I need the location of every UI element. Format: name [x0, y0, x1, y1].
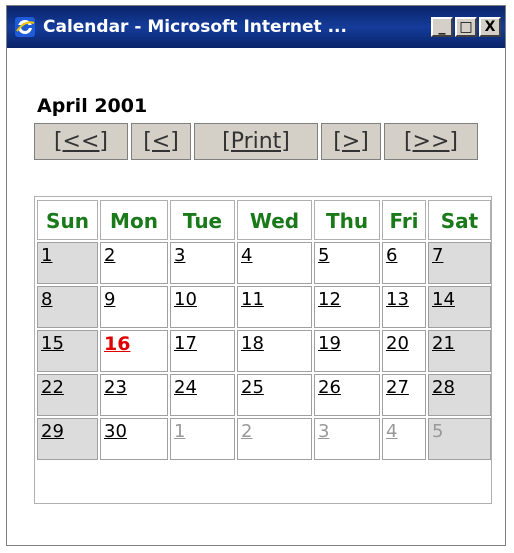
- title-bar[interactable]: Calendar - Microsoft Internet ... _ □ X: [7, 6, 505, 48]
- calendar-day[interactable]: 11: [237, 286, 312, 328]
- calendar-day[interactable]: 19: [314, 330, 380, 372]
- minimize-icon: _: [438, 19, 446, 35]
- calendar-nav: [<<] [<] [Print] [>] [>>]: [34, 123, 481, 160]
- calendar-day[interactable]: 30: [100, 418, 168, 460]
- calendar-day[interactable]: 29: [37, 418, 98, 460]
- calendar-day[interactable]: 17: [170, 330, 235, 372]
- calendar-day[interactable]: 10: [170, 286, 235, 328]
- calendar-day[interactable]: 14: [428, 286, 491, 328]
- month-title: April 2001: [37, 95, 148, 117]
- calendar-day-today[interactable]: 16: [100, 330, 168, 372]
- calendar-day-outside-month: 4: [382, 418, 426, 460]
- calendar-day[interactable]: 23: [100, 374, 168, 416]
- weekday-header: Thu: [314, 200, 380, 240]
- first-month-button[interactable]: [<<]: [34, 123, 128, 160]
- calendar-day[interactable]: 3: [170, 242, 235, 284]
- weekday-header: Fri: [382, 200, 426, 240]
- calendar-day-outside-month: 5: [428, 418, 491, 460]
- calendar-day[interactable]: 2: [100, 242, 168, 284]
- close-button[interactable]: X: [479, 17, 501, 37]
- calendar-grid: Sun Mon Tue Wed Thu Fri Sat 1 2 3 4 5 6 7 8 9 10 11 12 13 14…: [34, 196, 492, 504]
- calendar-day[interactable]: 12: [314, 286, 380, 328]
- internet-explorer-icon: [13, 15, 37, 39]
- calendar-day[interactable]: 26: [314, 374, 380, 416]
- calendar-day[interactable]: 21: [428, 330, 491, 372]
- calendar-day[interactable]: 28: [428, 374, 491, 416]
- print-button[interactable]: [Print]: [194, 123, 318, 160]
- window-title: Calendar - Microsoft Internet ...: [43, 17, 347, 37]
- calendar-day[interactable]: 7: [428, 242, 491, 284]
- weekday-header: Sat: [428, 200, 491, 240]
- calendar-day[interactable]: 1: [37, 242, 98, 284]
- maximize-button[interactable]: □: [455, 17, 477, 37]
- close-icon: X: [484, 19, 496, 35]
- previous-month-button[interactable]: [<]: [131, 123, 191, 160]
- calendar-day[interactable]: 18: [237, 330, 312, 372]
- browser-window: Calendar - Microsoft Internet ... _ □ X …: [6, 5, 506, 546]
- weekday-header: Wed: [237, 200, 312, 240]
- next-month-button[interactable]: [>]: [321, 123, 381, 160]
- calendar-day[interactable]: 15: [37, 330, 98, 372]
- calendar-day[interactable]: 8: [37, 286, 98, 328]
- calendar-day[interactable]: 4: [237, 242, 312, 284]
- calendar-day-outside-month: 2: [237, 418, 312, 460]
- calendar-day[interactable]: 22: [37, 374, 98, 416]
- calendar-day-outside-month: 1: [170, 418, 235, 460]
- page-content: April 2001 [<<] [<] [Print] [>] [>>] Sun…: [7, 48, 505, 545]
- calendar-day[interactable]: 9: [100, 286, 168, 328]
- calendar-day[interactable]: 25: [237, 374, 312, 416]
- calendar-day[interactable]: 13: [382, 286, 426, 328]
- window-controls: _ □ X: [431, 17, 501, 37]
- weekday-header: Mon: [100, 200, 168, 240]
- calendar-day[interactable]: 27: [382, 374, 426, 416]
- weekday-header: Sun: [37, 200, 98, 240]
- calendar-day[interactable]: 6: [382, 242, 426, 284]
- last-month-button[interactable]: [>>]: [384, 123, 478, 160]
- calendar-day[interactable]: 24: [170, 374, 235, 416]
- calendar-day[interactable]: 5: [314, 242, 380, 284]
- calendar-day-outside-month: 3: [314, 418, 380, 460]
- maximize-icon: □: [459, 19, 473, 35]
- minimize-button[interactable]: _: [431, 17, 453, 37]
- calendar-day[interactable]: 20: [382, 330, 426, 372]
- weekday-header: Tue: [170, 200, 235, 240]
